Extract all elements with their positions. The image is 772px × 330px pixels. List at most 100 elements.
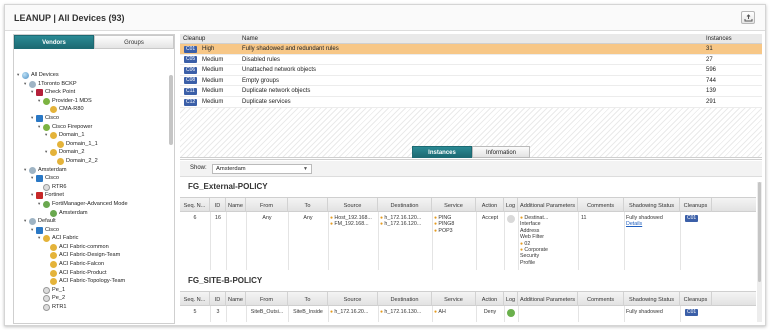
column-header[interactable]: To (288, 198, 328, 213)
column-header[interactable]: Destination (378, 198, 432, 213)
tree-toggle-icon[interactable]: ▾ (38, 123, 40, 132)
tree-node[interactable]: ▾ Check Point (14, 88, 168, 97)
scroll-thumb[interactable] (758, 182, 761, 282)
column-header[interactable]: Action (476, 292, 504, 307)
cleanup-row[interactable]: C01 High Fully shadowed and redundant rule… (180, 44, 762, 55)
instances-scrollbar[interactable] (757, 182, 762, 322)
column-header[interactable]: Comments (578, 292, 624, 307)
column-divider (518, 212, 519, 270)
tree-node[interactable]: RTR1 (14, 303, 168, 312)
column-header[interactable]: Name (226, 198, 246, 213)
tree-node[interactable]: ▾ Cisco (14, 114, 168, 123)
router-icon (43, 295, 50, 303)
tree-node[interactable]: Pe_1 (14, 286, 168, 295)
column-header[interactable]: Seq. N... (180, 198, 210, 213)
tree-toggle-icon[interactable]: ▾ (31, 114, 33, 123)
tree-node[interactable]: ▾ Default (14, 217, 168, 226)
tree-scrollbar[interactable] (169, 75, 173, 145)
tree-node[interactable]: RTR6 (14, 183, 168, 192)
tree-node[interactable]: ▾ Cisco (14, 226, 168, 235)
cleanup-severity: Medium (202, 99, 224, 105)
tab-vendors[interactable]: Vendors (14, 35, 94, 49)
tree-node[interactable]: ▾ Domain_1 (14, 131, 168, 140)
cleanup-row[interactable]: C05 Medium Disabled rules 27 (180, 55, 762, 66)
tree-node[interactable]: ▾ Cisco Firepower (14, 123, 168, 132)
cleanup-row[interactable]: C12 Medium Duplicate services 291 (180, 97, 762, 108)
tree-node[interactable]: Domain_1_1 (14, 140, 168, 149)
details-link[interactable]: Details (626, 221, 663, 227)
tree-node[interactable]: ▾ All Devices (14, 71, 168, 80)
tree-node[interactable]: CMA-R80 (14, 105, 168, 114)
column-header[interactable]: From (246, 198, 288, 213)
tree-node[interactable]: ACI Fabric-Product (14, 269, 168, 278)
tree-node[interactable]: ▾ ACI Fabric (14, 234, 168, 243)
column-header[interactable]: Additional Parameters (518, 198, 578, 213)
tree-node[interactable]: ▾ Cisco (14, 174, 168, 183)
cleanup-row[interactable]: C08 Medium Empty groups 744 (180, 76, 762, 87)
column-header[interactable]: Source (328, 198, 378, 213)
column-divider (226, 306, 227, 322)
column-header[interactable]: Action (476, 198, 504, 213)
tree-toggle-icon[interactable]: ▾ (31, 226, 33, 235)
column-header[interactable]: ID (210, 198, 226, 213)
tree-node-label: ACI Fabric-Topology-Team (59, 278, 126, 285)
cleanup-row[interactable]: C11 Medium Duplicate network objects 139 (180, 86, 762, 97)
tree-node[interactable]: ACI Fabric-Topology-Team (14, 277, 168, 286)
policy-row[interactable]: 5 3 SiteB_Outsi... SiteB_Inside Deny ● h_172.… (180, 306, 756, 322)
list-item-text: Host_192.168... (334, 215, 372, 221)
tree-node-label: Domain_2 (59, 149, 85, 156)
tab-information[interactable]: Information (472, 146, 530, 158)
tree-toggle-icon[interactable]: ▾ (31, 88, 33, 97)
column-header[interactable]: Shadowing Status (624, 198, 680, 213)
column-header[interactable]: Comments (578, 198, 624, 213)
column-header[interactable]: Log (504, 198, 518, 213)
tree-toggle-icon[interactable]: ▾ (45, 131, 47, 140)
column-header[interactable]: Seq. N... (180, 292, 210, 307)
tree-toggle-icon[interactable]: ▾ (38, 200, 40, 209)
tree-node[interactable]: Domain_2_2 (14, 157, 168, 166)
column-header[interactable]: Service (432, 198, 476, 213)
tree-node[interactable]: ▾ Provider-1 MDS (14, 97, 168, 106)
tree-node[interactable]: ▾ Domain_2 (14, 148, 168, 157)
column-divider (578, 212, 579, 270)
export-button[interactable] (741, 11, 755, 24)
tree-toggle-icon[interactable]: ▾ (24, 80, 26, 89)
column-header[interactable]: Source (328, 292, 378, 307)
tree-toggle-icon[interactable]: ▾ (24, 217, 26, 226)
column-header[interactable]: Cleanups (680, 198, 712, 213)
tree-toggle-icon[interactable]: ▾ (24, 166, 26, 175)
show-select[interactable]: Amsterdam ▼ (212, 164, 312, 174)
column-header[interactable]: Log (504, 292, 518, 307)
tree-node[interactable]: ▾ Amsterdam (14, 166, 168, 175)
tree-toggle-icon[interactable]: ▾ (17, 71, 19, 80)
column-header[interactable]: Cleanups (680, 292, 712, 307)
tree-toggle-icon[interactable]: ▾ (38, 97, 40, 106)
column-header[interactable]: Service (432, 292, 476, 307)
column-header[interactable]: Shadowing Status (624, 292, 680, 307)
tree-toggle-icon[interactable]: ▾ (31, 174, 33, 183)
cleanup-badge[interactable]: C01 (685, 309, 699, 316)
tree-node[interactable]: Pe_2 (14, 294, 168, 303)
policy-row[interactable]: 6 16 Any Any Accept 11 ● Host_192.168... ● FM_1… (180, 212, 756, 270)
tree-node[interactable]: Amsterdam (14, 209, 168, 218)
tab-instances[interactable]: Instances (412, 146, 472, 158)
tree-node[interactable]: ▾ FortiManager-Advanced Mode (14, 200, 168, 209)
tree-toggle-icon[interactable]: ▾ (38, 234, 40, 243)
tab-groups[interactable]: Groups (94, 35, 174, 49)
cleanup-row[interactable]: C06 Medium Unattached network objects 596 (180, 65, 762, 76)
column-header[interactable]: Name (226, 292, 246, 307)
tree-node[interactable]: ▾ 1Toronto BCKP (14, 80, 168, 89)
column-header[interactable]: From (246, 292, 288, 307)
tree-node[interactable]: ACI Fabric-Falcon (14, 260, 168, 269)
badge-text: C05 (184, 56, 198, 64)
column-header[interactable]: Additional Parameters (518, 292, 578, 307)
column-header[interactable]: To (288, 292, 328, 307)
column-header[interactable]: Destination (378, 292, 432, 307)
column-header[interactable]: ID (210, 292, 226, 307)
tree-node[interactable]: ▾ Fortinet (14, 191, 168, 200)
cleanup-badge[interactable]: C01 (685, 215, 699, 222)
tree-node[interactable]: ACI Fabric-Design-Team (14, 251, 168, 260)
tree-toggle-icon[interactable]: ▾ (31, 191, 33, 200)
tree-node[interactable]: ACI Fabric-common (14, 243, 168, 252)
tree-toggle-icon[interactable]: ▾ (45, 148, 47, 157)
